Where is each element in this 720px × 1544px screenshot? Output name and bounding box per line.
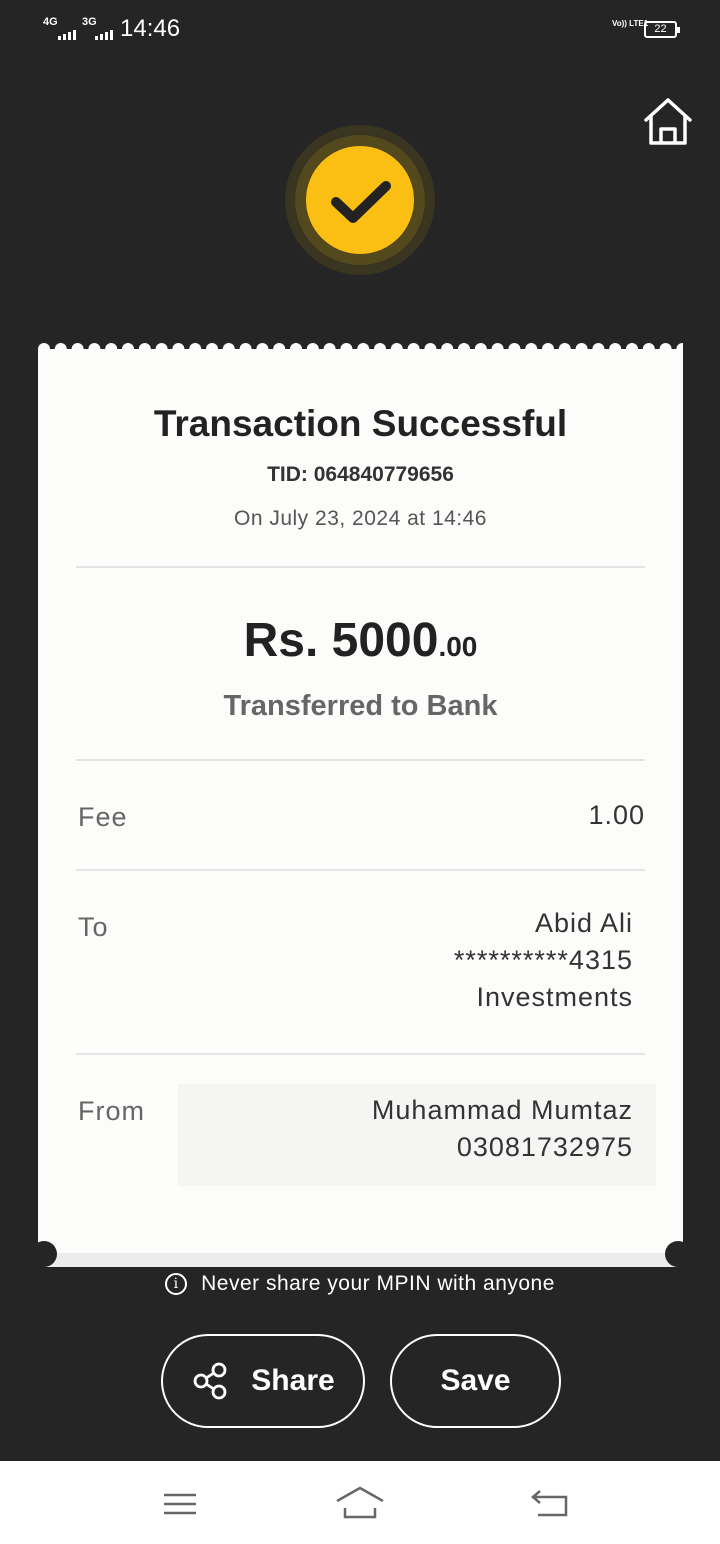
save-button-label: Save <box>440 1364 511 1397</box>
fee-value: 1.00 <box>588 800 645 830</box>
save-button[interactable]: Save <box>390 1334 561 1428</box>
security-notice-text: Never share your MPIN with anyone <box>201 1272 555 1295</box>
sender-number: 03081732975 <box>456 1132 633 1162</box>
home-button[interactable] <box>640 96 696 148</box>
share-button-label: Share <box>251 1364 335 1397</box>
recipient-account: **********4315 <box>453 945 633 975</box>
transaction-date: On July 23, 2024 at 14:46 <box>233 507 487 530</box>
from-details: Muhammad Mumtaz 03081732975 <box>372 1092 633 1166</box>
to-details: Abid Ali **********4315 Investments <box>454 905 633 1016</box>
sender-name: Muhammad Mumtaz <box>371 1095 633 1125</box>
nav-home-icon[interactable] <box>334 1483 386 1523</box>
status-time: 14:46 <box>120 15 181 42</box>
back-icon[interactable] <box>528 1485 570 1525</box>
to-label: To <box>78 912 109 942</box>
sim1-signal-icon <box>58 30 76 40</box>
security-notice: i Never share your MPIN with anyone <box>0 1272 720 1296</box>
battery-level: 22 <box>654 23 667 35</box>
sim1-network-label: 4G <box>43 16 58 28</box>
sim2-signal-icon <box>95 30 113 40</box>
success-badge <box>306 146 414 254</box>
battery-icon: 22 <box>644 21 680 38</box>
share-icon <box>193 1362 227 1400</box>
divider <box>76 869 645 871</box>
sim2-network-label: 3G <box>82 16 97 28</box>
divider <box>76 566 645 568</box>
home-icon <box>644 98 692 145</box>
receipt-notch-right <box>665 1241 691 1267</box>
amount-cents: .00 <box>438 631 478 662</box>
info-icon: i <box>165 1273 188 1296</box>
divider <box>76 759 645 761</box>
amount-description: Transferred to Bank <box>223 690 498 722</box>
recipient-name: Abid Ali <box>534 908 633 938</box>
amount-main: Rs. 5000 <box>243 614 439 667</box>
transaction-id: TID: 064840779656 <box>267 463 454 486</box>
navigation-bar <box>0 1461 720 1544</box>
transaction-title: Transaction Successful <box>153 403 568 444</box>
transaction-amount: Rs. 5000.00 <box>38 613 683 668</box>
fee-label: Fee <box>78 802 128 832</box>
share-button[interactable]: Share <box>161 1334 365 1428</box>
receipt-notch-left <box>31 1241 57 1267</box>
divider <box>76 1053 645 1055</box>
recipient-bank: Investments <box>476 982 633 1012</box>
checkmark-icon <box>331 181 391 223</box>
volte-indicator: Vo)) LTE1 <box>612 19 649 28</box>
status-bar: 4G 3G 14:46 Vo)) LTE1 22 <box>0 0 720 60</box>
menu-icon[interactable] <box>160 1485 200 1525</box>
receipt-bottom-edge <box>44 1253 677 1267</box>
from-label: From <box>78 1096 145 1126</box>
